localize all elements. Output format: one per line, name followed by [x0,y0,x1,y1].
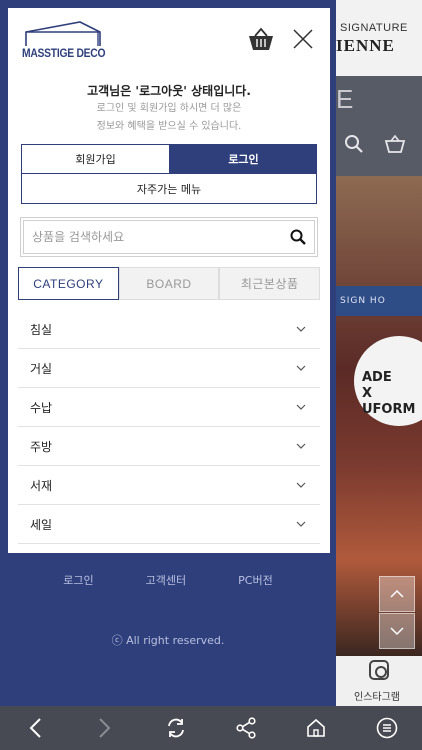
category-item-sale[interactable]: 세일 [18,505,320,544]
background-brand-sub: SIGNATURE [340,22,408,34]
menu-button[interactable] [373,714,401,742]
background-nav-letter: E [336,84,354,114]
drawer-footer-links: 로그인 고객센터 PC버전 [0,572,336,588]
category-item-living-room[interactable]: 거실 [18,349,320,388]
join-button[interactable]: 회원가입 [21,144,170,174]
footer-link-customer-center[interactable]: 고객센터 [120,572,212,588]
chevron-down-icon [296,404,306,410]
copyright-text: ⓒ All right reserved. [111,634,225,647]
browser-bottom-bar [0,706,422,750]
cart-icon[interactable] [248,26,274,52]
chevron-down-icon [390,627,404,636]
chevron-left-icon [29,718,41,738]
chevron-down-icon [296,365,306,371]
footer-link-pc-version[interactable]: PC버전 [212,572,299,588]
instagram-link[interactable]: 인스타그램 [336,656,422,706]
login-status-description: 로그인 및 회원가입 하시면 더 많은 정보와 혜택을 받으실 수 있습니다. [48,100,290,136]
chevron-down-icon [296,326,306,332]
background-circle-text: ADE X UFORM [362,370,416,417]
footer-link-login[interactable]: 로그인 [37,572,119,588]
menu-tabs: CATEGORY BOARD 최근본상품 [18,267,321,300]
instagram-label: 인스타그램 [354,692,400,703]
login-status-title: 고객님은 '로그아웃' 상태입니다. [87,84,251,98]
refresh-button[interactable] [162,714,190,742]
category-item-bedroom[interactable]: 침실 [18,310,320,349]
category-label: 세일 [30,517,53,532]
category-label: 수납 [30,400,53,415]
background-banner-text: SIGN HO [340,296,386,306]
tab-board[interactable]: BOARD [118,267,220,300]
category-item-study[interactable]: 서재 [18,466,320,505]
auth-buttons: 회원가입 로그인 [21,144,317,174]
logo-roof-icon [25,21,101,46]
background-cart-icon [384,134,406,153]
scroll-down-button[interactable] [379,613,415,649]
tab-category[interactable]: CATEGORY [18,267,119,300]
scroll-up-button[interactable] [379,576,415,612]
background-search-icon [345,135,363,153]
brand-logo[interactable]: MASSTIGE DECO [22,20,106,62]
category-label: 주방 [30,439,53,454]
chevron-right-icon [99,718,111,738]
background-navbar: E [336,76,422,176]
chevron-up-icon [390,589,404,598]
logo-text: MASSTIGE DECO [22,46,106,60]
share-icon [236,717,256,739]
chevron-down-icon [296,521,306,527]
background-circle-badge: ADE X UFORM [354,336,422,426]
home-icon [307,718,326,737]
search-inner [23,220,315,254]
background-brand-header: SIGNATURE IENNE [336,0,422,76]
chevron-down-icon [296,482,306,488]
background-site-preview: SIGNATURE IENNE E SIGN HO ADE X UFORM 인스… [336,0,422,706]
login-button[interactable]: 로그인 [170,144,317,174]
side-menu-panel: MASSTIGE DECO 고객님은 '로그아웃' 상태입니다. 로그인 및 회… [8,8,330,553]
background-banner-photo: SIGN HO ADE X UFORM [336,176,422,656]
login-status-desc-line1: 로그인 및 회원가입 하시면 더 많은 [96,103,242,114]
hamburger-menu-icon [376,717,398,739]
category-label: 서재 [30,478,53,493]
refresh-icon [167,718,184,738]
back-button[interactable] [21,714,49,742]
forward-button[interactable] [91,714,119,742]
search-input[interactable] [32,221,282,253]
share-button[interactable] [232,714,260,742]
search-icon[interactable] [290,229,306,245]
chevron-down-icon [296,443,306,449]
category-item-kitchen[interactable]: 주방 [18,427,320,466]
background-brand-main: IENNE [336,36,395,55]
category-item-storage[interactable]: 수납 [18,388,320,427]
home-button[interactable] [302,714,330,742]
instagram-icon [369,660,389,680]
category-label: 침실 [30,322,53,337]
frequent-menu-button[interactable]: 자주가는 메뉴 [21,174,317,204]
tab-recent-products[interactable]: 최근본상품 [219,267,321,300]
login-status-desc-line2: 정보와 혜택을 받으실 수 있습니다. [96,121,242,132]
search-box [20,217,318,257]
category-label: 거실 [30,361,53,376]
close-icon[interactable] [292,28,314,50]
category-list: 침실 거실 수납 주방 서재 세일 [18,310,320,544]
